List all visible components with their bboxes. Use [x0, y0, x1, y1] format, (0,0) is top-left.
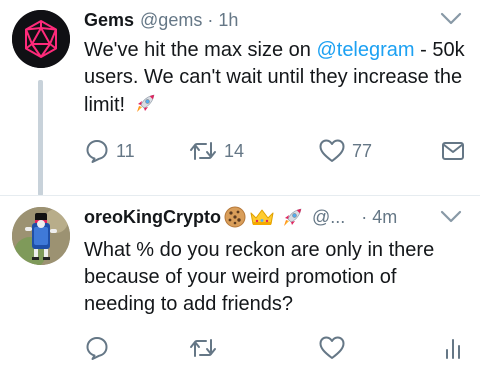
reply-icon	[86, 337, 108, 360]
tweet-text-part: We've hit the max size on	[84, 39, 317, 61]
tweet-text: We've hit the max size on @telegram - 50…	[84, 37, 468, 119]
timestamp[interactable]: 1h	[218, 9, 238, 31]
rocket-icon	[281, 205, 305, 229]
like-count: 77	[352, 140, 373, 161]
tweet-actions	[84, 334, 480, 362]
envelope-icon	[442, 142, 464, 160]
reply-button[interactable]	[84, 334, 110, 362]
analytics-icon	[446, 339, 460, 359]
heart-icon	[319, 336, 345, 359]
like-button[interactable]: 77	[318, 137, 372, 165]
chevron-down-icon[interactable]	[440, 210, 462, 224]
tweet-header: oreoKingCrypto @... · 4m	[84, 206, 397, 228]
retweet-button[interactable]: 14	[188, 137, 244, 165]
cookie-icon	[224, 206, 246, 228]
mention-link[interactable]: @telegram	[316, 39, 414, 61]
tweet-header: Gems @gems · 1h	[84, 9, 238, 31]
chevron-down-icon[interactable]	[440, 12, 462, 26]
display-name[interactable]: oreoKingCrypto	[84, 206, 221, 228]
avatar[interactable]	[12, 10, 70, 68]
share-button[interactable]	[440, 137, 466, 165]
separator-dot: ·	[361, 207, 368, 227]
rocket-icon	[134, 91, 158, 115]
tweet[interactable]: oreoKingCrypto @... · 4m What % do you r…	[0, 196, 480, 386]
like-button[interactable]	[318, 334, 346, 362]
retweet-icon	[190, 339, 216, 357]
retweet-count: 14	[224, 140, 245, 161]
display-name[interactable]: Gems	[84, 9, 134, 31]
thread-line	[38, 80, 43, 196]
avatar-image	[12, 207, 70, 265]
retweet-icon	[190, 142, 216, 160]
timestamp[interactable]: 4m	[372, 206, 397, 228]
avatar[interactable]	[12, 207, 70, 265]
user-handle[interactable]: @...	[312, 206, 345, 228]
crown-icon	[249, 206, 275, 228]
separator-dot: ·	[207, 10, 214, 30]
tweet-actions: 11 14 77	[84, 137, 480, 165]
reply-count: 11	[116, 140, 135, 161]
retweet-button[interactable]	[188, 334, 218, 362]
reply-icon	[86, 140, 108, 163]
tweet-text: What % do you reckon are only in there b…	[84, 239, 435, 315]
user-handle[interactable]: @gems	[140, 9, 202, 31]
heart-icon	[319, 139, 345, 162]
gem-logo-icon	[12, 10, 70, 68]
reply-button[interactable]: 11	[84, 137, 135, 165]
analytics-button[interactable]	[440, 334, 466, 362]
tweet[interactable]: Gems @gems · 1h We've hit the max size o…	[0, 0, 480, 196]
